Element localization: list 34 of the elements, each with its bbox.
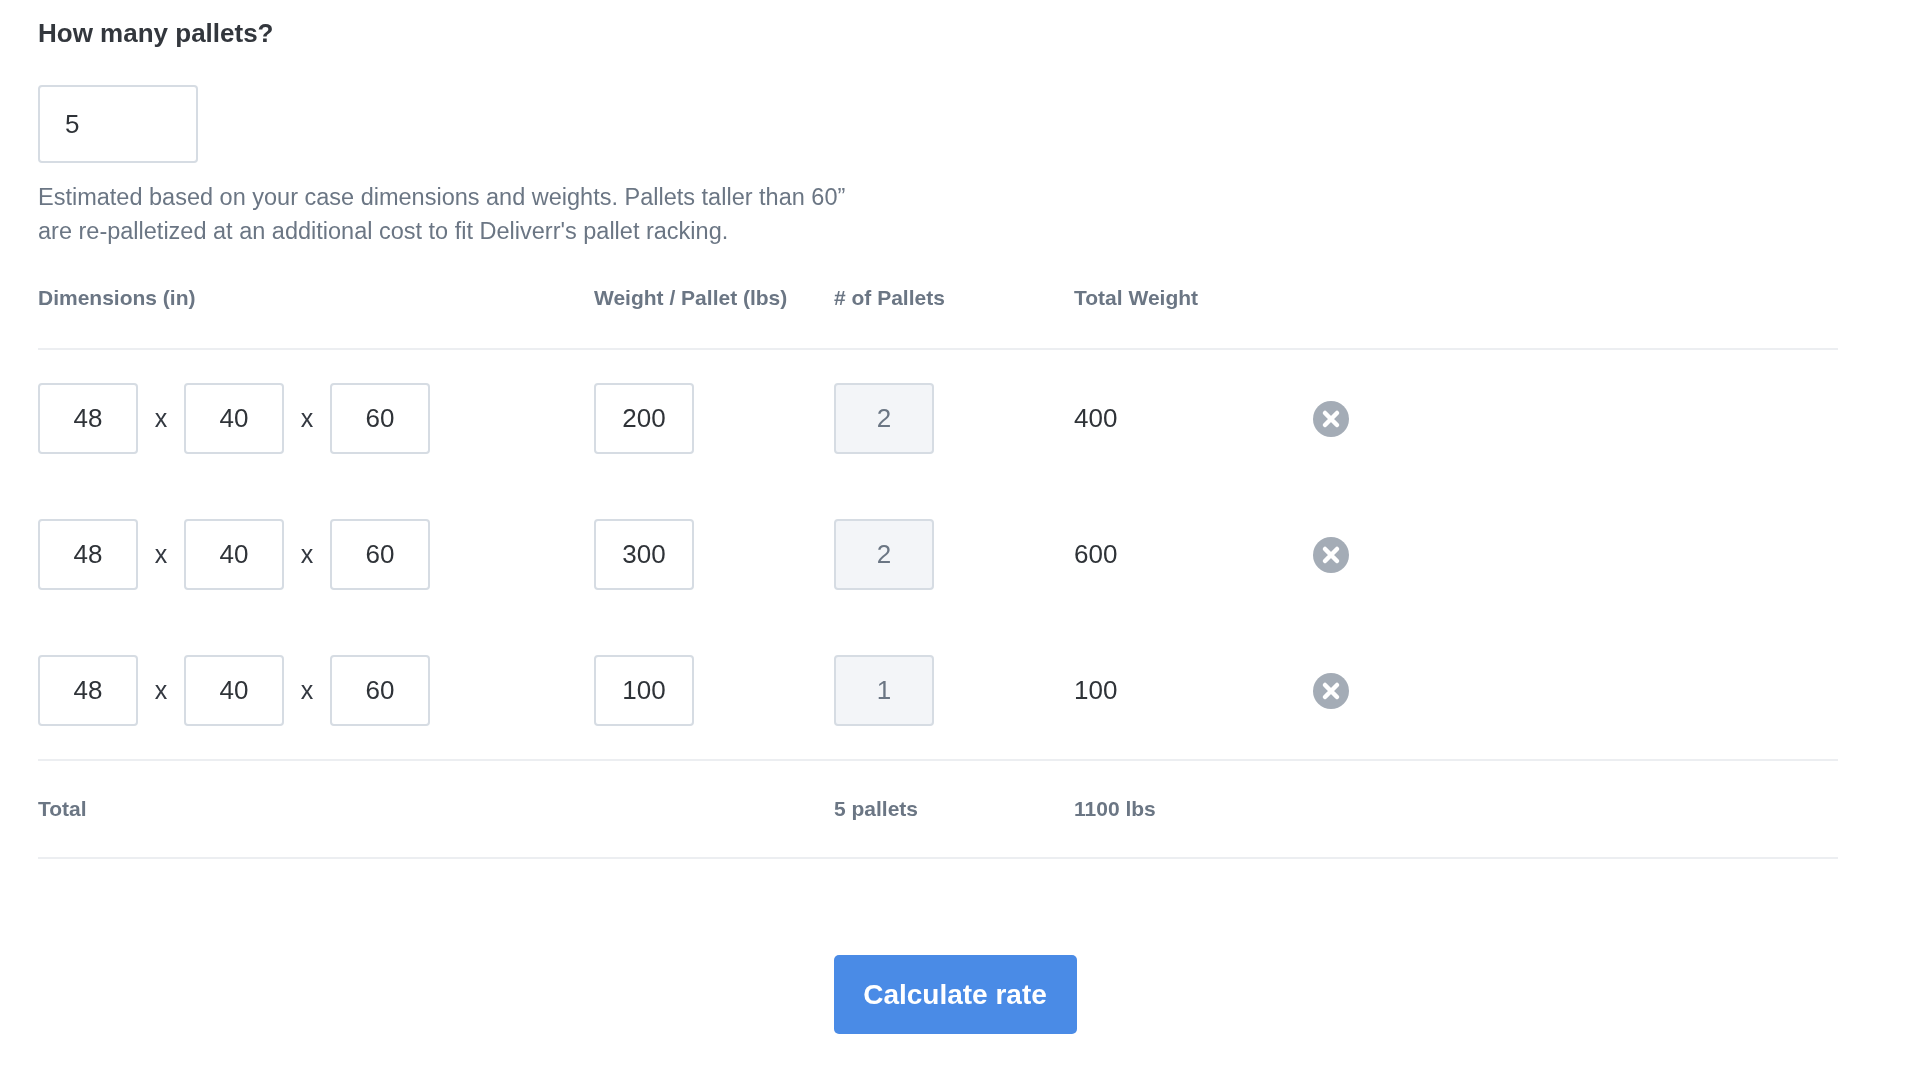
close-icon[interactable] xyxy=(1313,536,1349,573)
pallet-count-field[interactable]: 5 xyxy=(38,85,198,163)
dimension-field[interactable]: 60 xyxy=(330,655,430,726)
dimension-field[interactable]: 48 xyxy=(38,655,138,726)
close-icon[interactable] xyxy=(1313,400,1349,437)
help-text: Estimated based on your case dimensions and weights. Pallets taller than 60” are re-palletized at an additional cost to fit Deliverr's pallet racking. xyxy=(38,183,847,246)
dimension-field[interactable]: 40 xyxy=(184,383,284,454)
weight-field[interactable]: 300 xyxy=(594,519,694,590)
dimension-separator: x xyxy=(153,540,169,569)
dimension-field[interactable]: 60 xyxy=(330,519,430,590)
column-header: Dimensions (in) xyxy=(38,286,196,310)
row-total-weight: 100 xyxy=(1074,675,1118,706)
dimension-field[interactable]: 48 xyxy=(38,519,138,590)
row-total-weight: 400 xyxy=(1074,403,1118,434)
dimension-separator: x xyxy=(299,540,315,569)
weight-field[interactable]: 200 xyxy=(594,383,694,454)
close-icon[interactable] xyxy=(1313,672,1349,709)
column-header: Total Weight xyxy=(1074,286,1199,310)
column-header: Weight / Pallet (lbs) xyxy=(594,286,788,310)
total-label: Total xyxy=(38,797,87,821)
dimension-separator: x xyxy=(299,404,315,433)
dimension-field[interactable]: 48 xyxy=(38,383,138,454)
weight-field[interactable]: 100 xyxy=(594,655,694,726)
question-heading: How many pallets? xyxy=(38,17,274,49)
total-pallets: 5 pallets xyxy=(834,797,919,821)
dimension-field[interactable]: 40 xyxy=(184,519,284,590)
column-header: # of Pallets xyxy=(834,286,945,310)
dimension-field[interactable]: 40 xyxy=(184,655,284,726)
dimension-separator: x xyxy=(299,676,315,705)
row-total-weight: 600 xyxy=(1074,539,1118,570)
total-weight: 1100 lbs xyxy=(1074,797,1156,821)
dimension-separator: x xyxy=(153,676,169,705)
dimension-separator: x xyxy=(153,404,169,433)
dimension-field[interactable]: 60 xyxy=(330,383,430,454)
